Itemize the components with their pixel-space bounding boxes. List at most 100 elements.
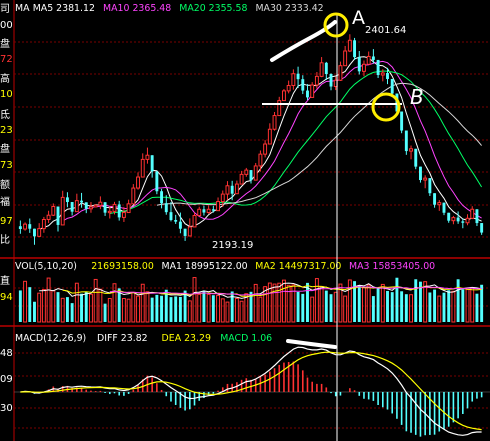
volume-bar-down — [56, 292, 60, 322]
side-label: 00 — [0, 20, 13, 31]
side-label: 额 — [0, 178, 10, 191]
candle-body-down — [404, 130, 408, 152]
legend-entry: MA1 18995122.00 — [162, 261, 248, 272]
candle-body-down — [357, 57, 361, 72]
candle-body-down — [70, 202, 74, 212]
candle-body-down — [174, 219, 178, 222]
volume-bar-down — [428, 292, 432, 322]
legend-entry: DEA 23.29 — [162, 333, 211, 344]
candle-body-up — [192, 215, 197, 228]
candle-body-up — [41, 218, 46, 230]
candle-body-down — [84, 202, 88, 209]
candle-body-up — [74, 200, 79, 213]
candle-body-up — [89, 206, 93, 210]
volume-bar-down — [169, 297, 173, 322]
candle-body-up — [470, 208, 475, 219]
candle-body-up — [216, 201, 221, 212]
legend-entry: MA30 2333.42 — [255, 3, 323, 14]
candle-body-down — [324, 62, 328, 75]
candle-body-down — [211, 209, 215, 211]
candle-body-up — [281, 90, 286, 102]
candle-body-up — [234, 183, 239, 195]
candle-body-down — [461, 221, 465, 223]
macd-legend: MACD(12,26,9) DIFF 23.82 DEA 23.29 MACD 1.0… — [15, 333, 272, 344]
candle-body-up — [409, 148, 413, 152]
volume-bar-down — [230, 291, 234, 322]
candle-body-up — [423, 177, 428, 181]
candle-body-up — [126, 203, 131, 214]
price-legend: MA MA5 2381.12 MA10 2365.48 MA20 2355.58 MA3… — [15, 3, 324, 14]
candle-body-down — [80, 200, 84, 203]
side-label: 高 — [0, 72, 10, 85]
volume-bar-down — [28, 287, 32, 322]
candle-body-down — [480, 223, 484, 233]
candle-body-up — [51, 205, 56, 216]
candle-body-up — [465, 217, 470, 224]
candle-body-up — [343, 50, 348, 67]
volume-bar-down — [329, 294, 333, 322]
volume-bar-down — [442, 292, 446, 322]
legend-entry: MACD 1.06 — [220, 333, 272, 344]
candle-body-up — [46, 214, 51, 220]
annotation-label-a: A — [352, 7, 365, 29]
candle-body-up — [253, 165, 258, 181]
candle-body-up — [136, 176, 140, 189]
candle-body-down — [386, 73, 389, 79]
legend-entry: MA3 15853405.00 — [349, 261, 435, 272]
candle-body-down — [56, 206, 60, 225]
candle-body-up — [310, 84, 315, 98]
candle-body-up — [272, 115, 277, 130]
volume-bar-down — [80, 293, 84, 322]
candle-body-down — [296, 73, 300, 80]
volume-bar-down — [301, 293, 305, 322]
candle-body-down — [371, 56, 375, 60]
candle-body-up — [145, 154, 150, 160]
candle-body-up — [112, 203, 117, 212]
candle-body-down — [28, 224, 32, 229]
candle-body-up — [277, 100, 282, 117]
side-label: 48 — [0, 348, 13, 359]
legend-entry: MA — [15, 3, 30, 14]
candle-body-down — [150, 155, 154, 172]
candle-body-down — [418, 166, 422, 181]
side-label: 福 — [0, 195, 10, 208]
candle-body-up — [347, 39, 352, 52]
volume-bar-down — [33, 301, 36, 322]
candle-body-up — [362, 63, 366, 72]
candle-body-down — [202, 209, 206, 213]
volume-bar-down — [183, 290, 187, 322]
candle-body-down — [178, 221, 182, 229]
side-label: 比 — [0, 234, 10, 246]
candle-body-up — [451, 217, 456, 222]
low-price-label: 2193.19 — [212, 240, 253, 251]
candle-body-down — [353, 40, 357, 58]
candle-body-down — [230, 185, 234, 194]
high-price-label: 2401.64 — [365, 25, 406, 36]
candle-body-down — [183, 228, 187, 236]
volume-bar-down — [414, 279, 418, 322]
candle-body-up — [291, 73, 296, 87]
legend-entry: MA20 2355.58 — [179, 3, 247, 14]
volume-bar-down — [395, 277, 399, 322]
volume-bar-down — [178, 296, 182, 322]
candle-body-up — [37, 228, 42, 237]
candle-body-down — [160, 191, 164, 204]
volume-bar-down — [103, 303, 107, 322]
candle-body-up — [107, 210, 112, 214]
candle-body-down — [475, 209, 479, 224]
candle-body-up — [239, 173, 244, 185]
candle-body-down — [390, 78, 394, 94]
volume-bar-down — [65, 297, 69, 322]
candle-body-up — [131, 187, 136, 205]
candle-body-up — [60, 196, 65, 226]
side-label: 盘 — [0, 37, 10, 50]
legend-entry: MA10 2365.48 — [103, 3, 171, 14]
side-label: 94 — [0, 292, 13, 303]
volume-bar-down — [475, 293, 479, 322]
side-label: 09 — [0, 374, 13, 385]
side-label: 盘 — [0, 142, 10, 155]
volume-bar-down — [84, 291, 88, 322]
volume-bar-down — [174, 296, 178, 322]
legend-entry: MA5 2381.12 — [33, 3, 95, 14]
volume-bar-down — [202, 291, 206, 322]
